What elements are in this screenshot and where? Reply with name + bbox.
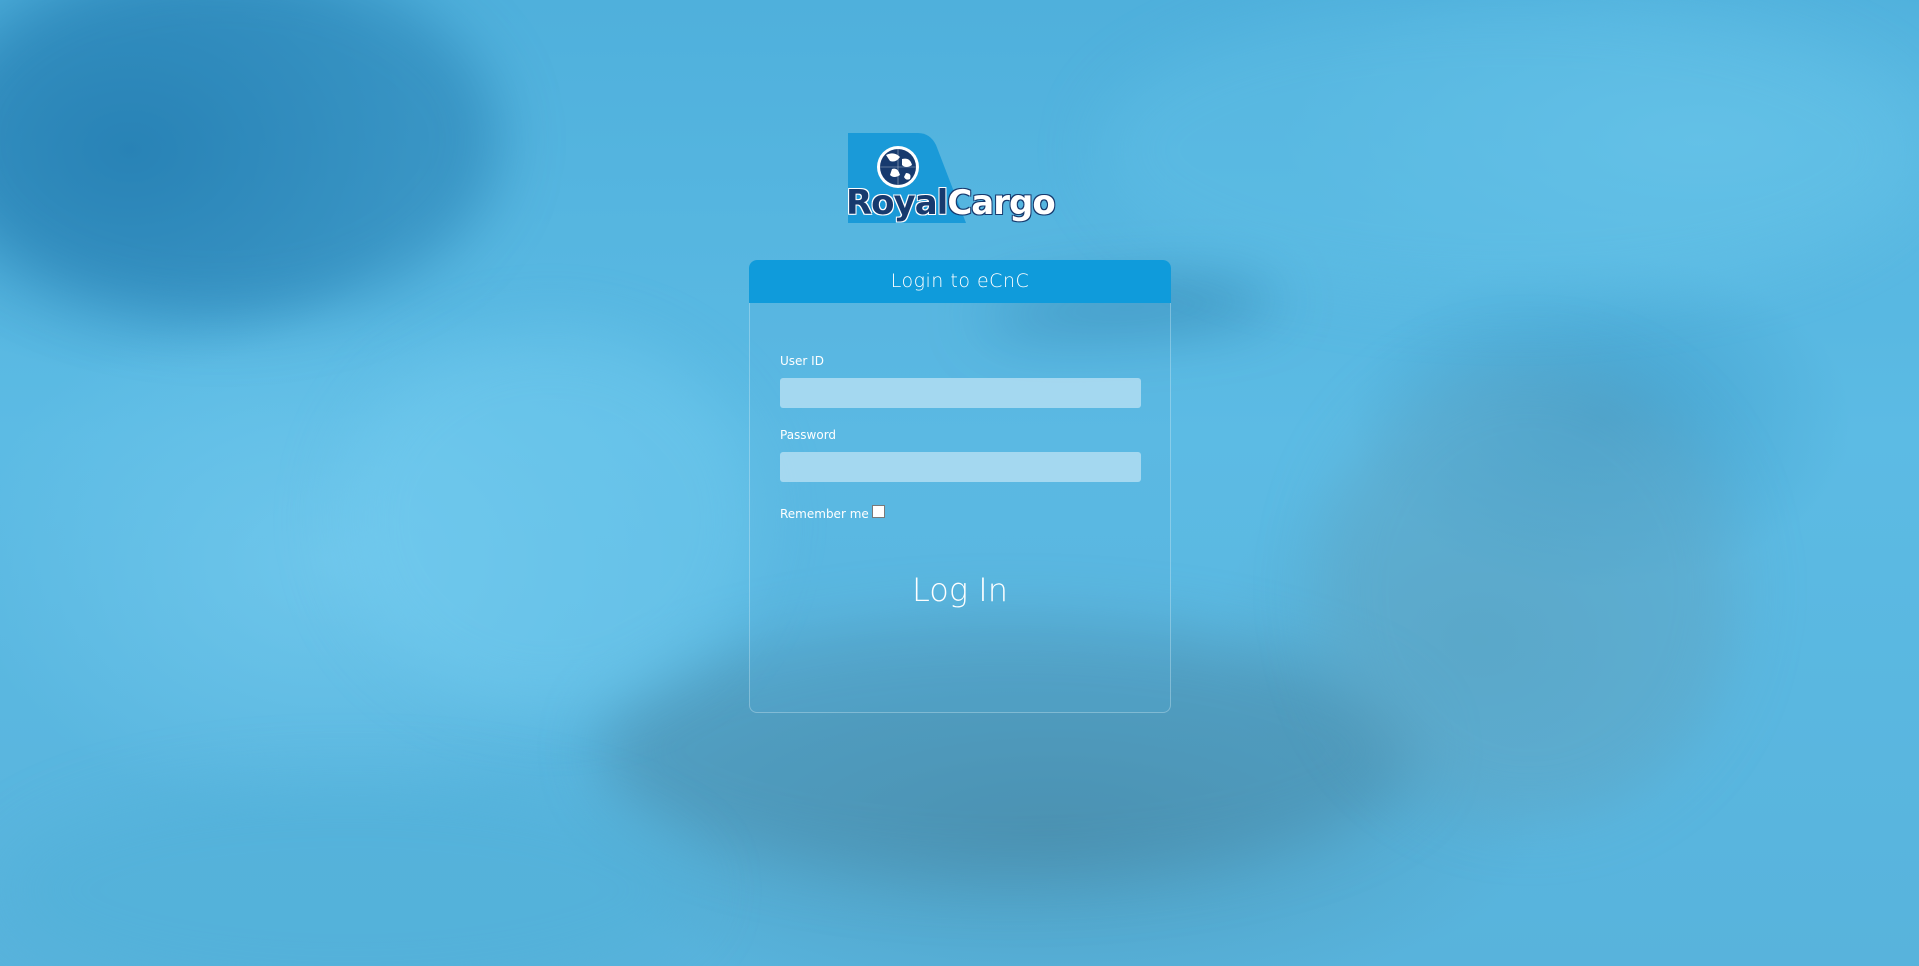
password-label: Password	[780, 428, 837, 442]
login-button[interactable]: Log In	[750, 563, 1170, 615]
user-id-input[interactable]	[780, 378, 1141, 408]
login-title: Login to eCnC	[749, 260, 1171, 303]
remember-me-row: Remember me	[780, 504, 885, 521]
user-id-label: User ID	[780, 354, 824, 368]
remember-me-label: Remember me	[780, 507, 869, 521]
background-shape	[0, 0, 500, 320]
login-panel: Login to eCnC User ID Password Remember …	[749, 260, 1171, 713]
remember-me-checkbox[interactable]	[871, 504, 885, 518]
royal-cargo-logo: RoyalCargo	[846, 133, 1074, 225]
logo-cargo-text: Cargo	[947, 183, 1055, 223]
background-shape	[0, 780, 700, 966]
password-input[interactable]	[780, 452, 1141, 482]
background-shape	[1320, 360, 1740, 820]
background-shape	[340, 330, 760, 710]
logo-royal-text: Royal	[846, 183, 948, 223]
logo-wordmark: RoyalCargo	[846, 183, 1056, 223]
background-shape	[1100, 0, 1919, 300]
